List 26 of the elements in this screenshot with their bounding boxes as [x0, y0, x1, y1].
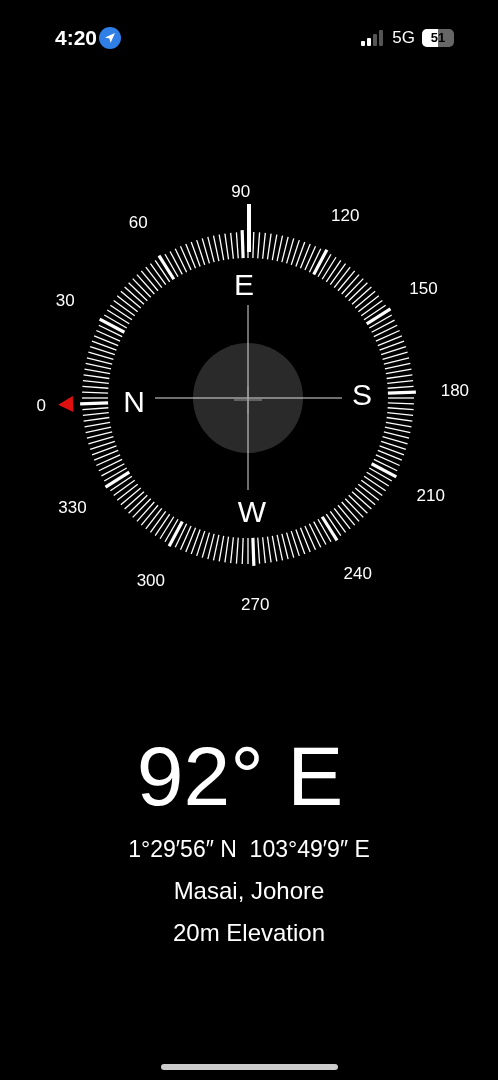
heading-readout: 92° E — [136, 728, 344, 824]
degree-label: 60 — [128, 212, 148, 232]
degree-label: 120 — [331, 205, 360, 225]
degree-label: 210 — [416, 485, 445, 505]
north-marker-icon — [58, 396, 74, 413]
cardinal-label: S — [351, 377, 372, 411]
degree-label: 300 — [136, 571, 165, 591]
degree-label: 180 — [440, 381, 470, 401]
cardinal-label: N — [123, 385, 145, 419]
status-time: 4:20 — [55, 26, 98, 50]
degree-label: 330 — [58, 498, 87, 518]
heading-indicator — [247, 204, 251, 252]
battery-percent: 51 — [429, 29, 447, 47]
signal-icon — [361, 30, 386, 46]
cardinal-label: E — [234, 267, 255, 301]
degree-label: 150 — [409, 278, 438, 298]
degree-label: 240 — [343, 564, 372, 584]
degree-label: 270 — [241, 595, 270, 615]
elevation: 20m Elevation — [172, 919, 326, 947]
degree-label: 0 — [36, 395, 46, 415]
network-label: 5G — [392, 28, 415, 48]
degree-label: 30 — [55, 291, 75, 311]
cardinal-label: W — [237, 495, 267, 529]
location-name: Masai, Johore — [173, 877, 325, 905]
coordinates: 1°29′56″ N 103°49′9″ E — [128, 836, 370, 863]
degree-label: 90 — [231, 181, 251, 201]
